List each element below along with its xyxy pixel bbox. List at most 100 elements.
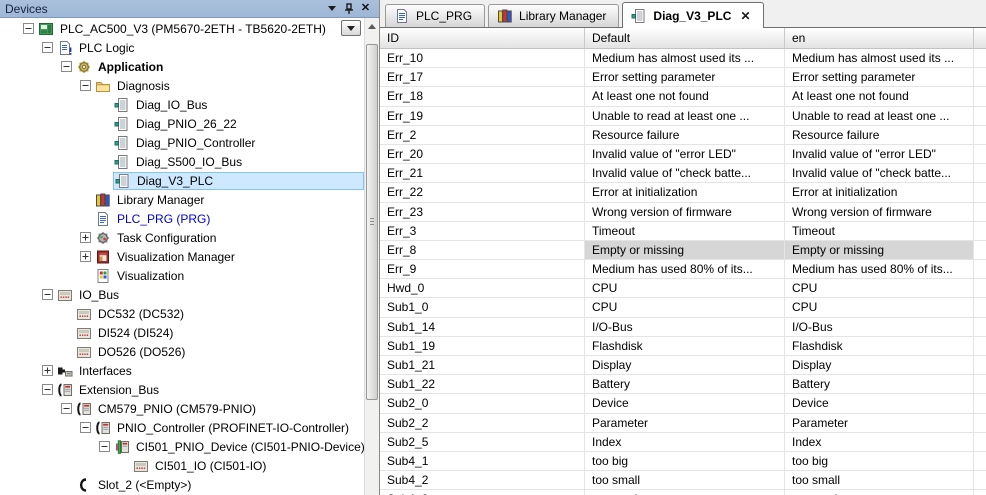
cell-en[interactable]: too small — [785, 471, 974, 489]
tree-item-diag-io-bus[interactable]: Diag_IO_Bus — [0, 95, 364, 114]
collapse-icon[interactable] — [42, 289, 53, 300]
cell-en[interactable]: CPU — [785, 279, 974, 297]
cell-en[interactable]: Medium has used 80% of its... — [785, 260, 974, 278]
cell-default[interactable]: Wrong version of firmware — [585, 203, 785, 221]
cell-default[interactable]: CPU — [585, 279, 785, 297]
tree-item-do526-do526[interactable]: DO526 (DO526) — [0, 342, 364, 361]
cell-id[interactable]: Err_19 — [380, 107, 585, 125]
cell-en[interactable]: Timeout — [785, 222, 974, 240]
cell-default[interactable]: Unable to read at least one ... — [585, 107, 785, 125]
cell-en[interactable]: Resource failure — [785, 126, 974, 144]
textlist-row-sub2-0[interactable]: Sub2_0DeviceDevice — [380, 394, 986, 413]
scroll-up-button[interactable] — [365, 18, 379, 34]
tree-item-task-configuration[interactable]: Task Configuration — [0, 228, 364, 247]
cell-id[interactable]: Sub1_0 — [380, 298, 585, 316]
cell-id[interactable]: Err_22 — [380, 183, 585, 201]
textlist-row-err-20[interactable]: Err_20Invalid value of "error LED"Invali… — [380, 145, 986, 164]
cell-en[interactable]: Empty or missing — [785, 241, 974, 259]
tree-item-library-manager[interactable]: Library Manager — [0, 190, 364, 209]
device-switch-dropdown[interactable] — [341, 20, 361, 36]
tree-item-slot-2-empty[interactable]: Slot_2 (<Empty>) — [0, 475, 364, 494]
expand-icon[interactable] — [42, 365, 53, 376]
cell-id[interactable]: Sub1_22 — [380, 375, 585, 393]
cell-en[interactable]: Wrong version of firmware — [785, 203, 974, 221]
textlist-row-sub4-3[interactable]: Sub4_3too muchtoo much — [380, 490, 986, 495]
textlist-row-err-22[interactable]: Err_22Error at initializationError at in… — [380, 183, 986, 202]
tab-library-manager[interactable]: Library Manager — [488, 4, 619, 27]
collapse-icon[interactable] — [61, 403, 72, 414]
collapse-icon[interactable] — [23, 23, 34, 34]
textlist-row-sub4-1[interactable]: Sub4_1too bigtoo big — [380, 452, 986, 471]
cell-id[interactable]: Hwd_0 — [380, 279, 585, 297]
column-header-id[interactable]: ID — [380, 28, 585, 48]
tree-item-extension-bus[interactable]: Extension_Bus — [0, 380, 364, 399]
collapse-icon[interactable] — [99, 441, 110, 452]
cell-id[interactable]: Err_18 — [380, 87, 585, 105]
cell-id[interactable]: Err_17 — [380, 68, 585, 86]
tab-diag-v3-plc[interactable]: Diag_V3_PLC✕ — [622, 2, 763, 28]
textlist-row-err-10[interactable]: Err_10Medium has almost used its ...Medi… — [380, 49, 986, 68]
tree-item-di524-di524[interactable]: DI524 (DI524) — [0, 323, 364, 342]
tree-item-diag-s500-io-bus[interactable]: Diag_S500_IO_Bus — [0, 152, 364, 171]
textlist-row-hwd-0[interactable]: Hwd_0CPUCPU — [380, 279, 986, 298]
cell-default[interactable]: Display — [585, 356, 785, 374]
textlist-row-err-9[interactable]: Err_9Medium has used 80% of its...Medium… — [380, 260, 986, 279]
cell-en[interactable]: Index — [785, 433, 974, 451]
textlist-row-sub2-5[interactable]: Sub2_5IndexIndex — [380, 433, 986, 452]
cell-default[interactable]: Timeout — [585, 222, 785, 240]
cell-id[interactable]: Err_2 — [380, 126, 585, 144]
cell-id[interactable]: Sub4_3 — [380, 490, 585, 495]
scrollbar-thumb[interactable] — [366, 44, 378, 400]
cell-en[interactable]: I/O-Bus — [785, 318, 974, 336]
cell-id[interactable]: Sub1_14 — [380, 318, 585, 336]
cell-default[interactable]: Battery — [585, 375, 785, 393]
cell-default[interactable]: Empty or missing — [585, 241, 785, 259]
tab-close-icon[interactable]: ✕ — [740, 10, 750, 22]
cell-id[interactable]: Err_10 — [380, 49, 585, 67]
cell-default[interactable]: too much — [585, 490, 785, 495]
collapse-icon[interactable] — [42, 42, 53, 53]
textlist-row-err-8[interactable]: Err_8Empty or missingEmpty or missing — [380, 241, 986, 260]
cell-en[interactable]: Invalid value of "check batte... — [785, 164, 974, 182]
cell-en[interactable]: CPU — [785, 298, 974, 316]
tree-item-visualization[interactable]: Visualization — [0, 266, 364, 285]
cell-default[interactable]: Error at initialization — [585, 183, 785, 201]
tree-item-ci501-io-ci501-io[interactable]: CI501_IO (CI501-IO) — [0, 456, 364, 475]
tree-item-diag-v3-plc[interactable]: Diag_V3_PLC — [0, 171, 364, 190]
collapse-icon[interactable] — [80, 80, 91, 91]
cell-en[interactable]: Error at initialization — [785, 183, 974, 201]
textlist-row-err-18[interactable]: Err_18At least one not foundAt least one… — [380, 87, 986, 106]
cell-en[interactable]: too big — [785, 452, 974, 470]
tree-item-interfaces[interactable]: Interfaces — [0, 361, 364, 380]
cell-default[interactable]: Medium has almost used its ... — [585, 49, 785, 67]
tree-item-diagnosis[interactable]: Diagnosis — [0, 76, 364, 95]
tree-item-io-bus[interactable]: IO_Bus — [0, 285, 364, 304]
textlist-row-err-17[interactable]: Err_17Error setting parameterError setti… — [380, 68, 986, 87]
cell-en[interactable]: too much — [785, 490, 974, 495]
collapse-icon[interactable] — [42, 384, 53, 395]
cell-en[interactable]: Flashdisk — [785, 337, 974, 355]
cell-en[interactable]: Parameter — [785, 414, 974, 432]
cell-en[interactable]: Display — [785, 356, 974, 374]
collapse-icon[interactable] — [61, 61, 72, 72]
cell-id[interactable]: Err_21 — [380, 164, 585, 182]
textlist-row-sub2-2[interactable]: Sub2_2ParameterParameter — [380, 414, 986, 433]
textlist-row-sub1-19[interactable]: Sub1_19FlashdiskFlashdisk — [380, 337, 986, 356]
cell-id[interactable]: Sub2_5 — [380, 433, 585, 451]
cell-default[interactable]: CPU — [585, 298, 785, 316]
tree-item-ci501-pnio-device-ci501-pnio-device[interactable]: CI501_PNIO_Device (CI501-PNIO-Device) — [0, 437, 364, 456]
tree-scrollbar[interactable] — [364, 18, 379, 495]
cell-default[interactable]: Error setting parameter — [585, 68, 785, 86]
textlist-row-err-23[interactable]: Err_23Wrong version of firmwareWrong ver… — [380, 203, 986, 222]
close-icon[interactable]: ✕ — [357, 1, 374, 16]
cell-id[interactable]: Err_20 — [380, 145, 585, 163]
cell-en[interactable]: Invalid value of "error LED" — [785, 145, 974, 163]
tab-plc-prg[interactable]: PLC_PRG — [385, 4, 485, 27]
cell-default[interactable]: At least one not found — [585, 87, 785, 105]
cell-default[interactable]: Flashdisk — [585, 337, 785, 355]
tree-item-application[interactable]: Application — [0, 57, 364, 76]
cell-id[interactable]: Err_3 — [380, 222, 585, 240]
cell-en[interactable]: At least one not found — [785, 87, 974, 105]
cell-en[interactable]: Battery — [785, 375, 974, 393]
collapse-icon[interactable] — [80, 422, 91, 433]
